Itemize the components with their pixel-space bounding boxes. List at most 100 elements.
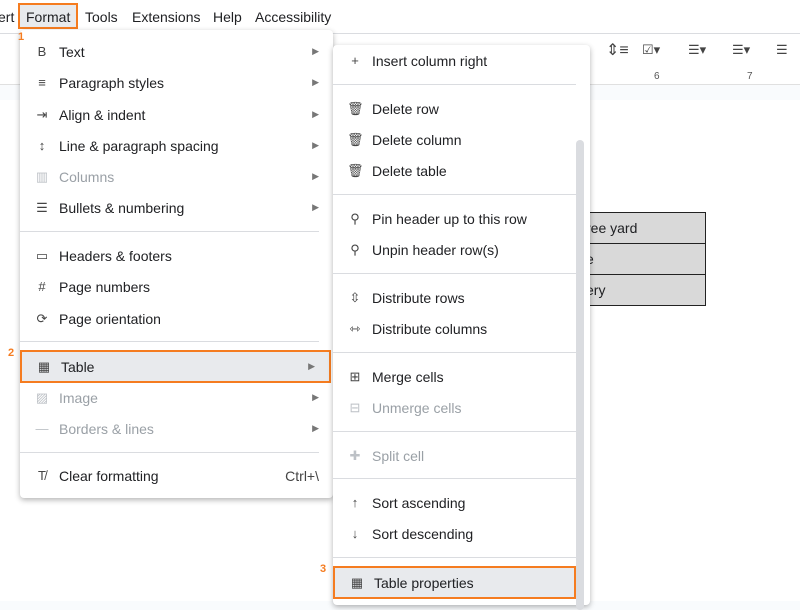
header-icon: ▭ <box>35 247 49 263</box>
menu-item-label: Table properties <box>374 574 474 591</box>
menu-divider <box>333 194 576 195</box>
menu-item-pin-header-up-to-this-row[interactable]: ⚲ Pin header up to this row <box>333 203 590 234</box>
indent-icon: ⇥ <box>36 106 48 122</box>
menu-divider <box>20 452 319 453</box>
submenu-arrow-icon: ▶ <box>312 140 319 150</box>
step-label: 2 <box>8 347 15 359</box>
border-icon: — <box>35 421 49 436</box>
menu-item-label: Columns <box>59 168 115 185</box>
menu-item-columns: ▥ Columns ▶ <box>20 161 333 192</box>
unmerge-icon: ⊟ <box>349 399 361 415</box>
menu-item-align-indent[interactable]: ⇥ Align & indent ▶ <box>20 99 333 130</box>
document-table[interactable]: ree yard e ery <box>575 212 706 306</box>
menu-divider <box>333 273 576 274</box>
menu-extensions[interactable]: Extensions <box>132 9 200 25</box>
sort-asc-icon: ↑ <box>351 495 359 510</box>
menu-format[interactable]: Format <box>26 9 70 25</box>
table-cell[interactable]: ery <box>575 274 706 306</box>
menu-item-label: Delete table <box>372 162 447 179</box>
submenu-arrow-icon: ▶ <box>312 109 319 119</box>
trash-icon: 🗑 <box>347 100 364 116</box>
hash-icon: # <box>38 279 46 294</box>
indent-icon[interactable]: ☰ <box>776 42 788 58</box>
menu-item-bullets-numbering[interactable]: ☰ Bullets & numbering ▶ <box>20 192 333 223</box>
menu-item-label: Pin header up to this row <box>372 210 527 227</box>
menu-item-distribute-columns[interactable]: ⇿ Distribute columns <box>333 313 590 344</box>
menu-item-table[interactable]: ▦ Table ▶ <box>20 350 331 383</box>
menu-item-label: Distribute rows <box>372 289 465 306</box>
numbered-list-icon[interactable]: ☰▾ <box>732 42 750 58</box>
shortcut-label: Ctrl+\ <box>285 467 319 484</box>
paragraph-icon: ≡ <box>38 75 46 90</box>
pin-icon: ⚲ <box>350 210 360 226</box>
menu-item-text[interactable]: B Text ▶ <box>20 36 333 67</box>
submenu-arrow-icon: ▶ <box>312 202 319 212</box>
bullet-list-icon[interactable]: ☰▾ <box>688 42 706 58</box>
submenu-arrow-icon: ▶ <box>312 423 319 433</box>
columns-icon: ▥ <box>35 168 49 184</box>
step-label: 1 <box>18 31 25 43</box>
menu-tools[interactable]: Tools <box>85 9 118 25</box>
table-submenu: + Insert column right 🗑 Delete row 🗑 Delete c… <box>333 45 590 610</box>
menu-divider <box>333 84 576 85</box>
menu-item-label: Delete row <box>372 100 439 117</box>
table-cell[interactable]: ree yard <box>575 212 706 244</box>
menu-item-label: Sort ascending <box>372 494 466 511</box>
menu-item-label: Table <box>61 358 95 375</box>
menu-insert[interactable]: ert <box>0 9 14 25</box>
menu-item-split-cell: ✚ Split cell <box>333 440 590 471</box>
menu-item-table-properties[interactable]: ▦ Table properties <box>333 566 576 599</box>
menu-item-delete-column[interactable]: 🗑 Delete column <box>333 124 590 155</box>
menu-item-label: Image <box>59 389 98 406</box>
menu-item-borders-lines: — Borders & lines ▶ <box>20 413 333 444</box>
menu-divider <box>333 557 576 558</box>
menu-item-label: Unmerge cells <box>372 399 462 416</box>
menu-divider <box>333 478 576 479</box>
menu-item-paragraph-styles[interactable]: ≡ Paragraph styles ▶ <box>20 67 333 98</box>
ruler-mark: 6 <box>654 71 660 82</box>
menu-item-label: Borders & lines <box>59 420 154 437</box>
submenu-arrow-icon: ▶ <box>312 46 319 56</box>
menu-item-label: Unpin header row(s) <box>372 241 499 258</box>
bold-icon: B <box>37 44 47 59</box>
menu-accessibility[interactable]: Accessibility <box>255 9 331 25</box>
unpin-icon: ⚲ <box>350 241 360 257</box>
list-icon: ☰ <box>36 199 48 215</box>
merge-icon: ⊞ <box>349 368 361 384</box>
menu-item-label: Sort descending <box>372 525 474 542</box>
checklist-icon[interactable]: ☑▾ <box>642 42 660 58</box>
menu-item-unpin-header-row-s[interactable]: ⚲ Unpin header row(s) <box>333 234 590 265</box>
sort-desc-icon: ↓ <box>351 526 359 541</box>
submenu-arrow-icon: ▶ <box>312 171 319 181</box>
menu-help[interactable]: Help <box>213 9 242 25</box>
submenu-arrow-icon: ▶ <box>308 361 315 371</box>
ruler-mark: 7 <box>747 71 753 82</box>
menu-item-label: Page orientation <box>59 310 161 327</box>
menu-item-label: Align & indent <box>59 106 146 123</box>
table-cell[interactable]: e <box>575 243 706 275</box>
menu-item-label: Paragraph styles <box>59 74 165 91</box>
menu-item-label: Delete column <box>372 131 462 148</box>
clear-format-icon: T̸ <box>38 468 46 483</box>
menu-item-sort-ascending[interactable]: ↑ Sort ascending <box>333 487 590 518</box>
menu-item-merge-cells[interactable]: ⊞ Merge cells <box>333 361 590 392</box>
split-icon: ✚ <box>349 447 361 463</box>
menu-item-label: Distribute columns <box>372 320 488 337</box>
menu-item-page-orientation[interactable]: ⟳ Page orientation <box>20 303 333 334</box>
submenu-arrow-icon: ▶ <box>312 392 319 402</box>
menu-item-insert-column-right[interactable]: + Insert column right <box>333 45 590 76</box>
menu-divider <box>333 352 576 353</box>
menu-item-clear-formatting[interactable]: T̸ Clear formatting Ctrl+\ <box>20 460 333 491</box>
menu-item-delete-row[interactable]: 🗑 Delete row <box>333 93 590 124</box>
line-spacing-icon: ↕ <box>38 138 46 153</box>
menu-item-label: Split cell <box>372 447 425 464</box>
menu-item-page-numbers[interactable]: # Page numbers <box>20 271 333 302</box>
menu-item-line-paragraph-spacing[interactable]: ↕ Line & paragraph spacing ▶ <box>20 130 333 161</box>
menu-item-delete-table[interactable]: 🗑 Delete table <box>333 155 590 186</box>
rotate-icon: ⟳ <box>36 310 48 326</box>
menu-item-headers-footers[interactable]: ▭ Headers & footers <box>20 240 333 271</box>
menu-item-sort-descending[interactable]: ↓ Sort descending <box>333 518 590 549</box>
submenu-arrow-icon: ▶ <box>312 77 319 87</box>
menu-item-distribute-rows[interactable]: ⇳ Distribute rows <box>333 282 590 313</box>
line-spacing-icon[interactable]: ⇕≡ <box>606 40 629 60</box>
